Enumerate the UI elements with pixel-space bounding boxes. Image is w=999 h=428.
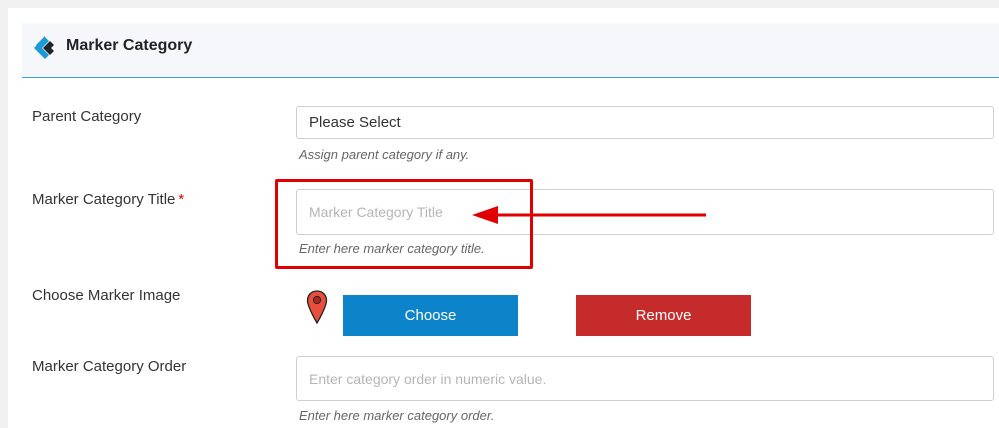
parent-category-label: Parent Category (32, 108, 142, 125)
order-placeholder: Enter category order in numeric value. (309, 370, 547, 387)
plugin-logo-icon (34, 36, 54, 59)
required-mark: * (178, 191, 185, 208)
order-label: Marker Category Order (32, 358, 187, 375)
parent-category-help: Assign parent category if any. (299, 147, 470, 162)
marker-image-label: Choose Marker Image (32, 287, 181, 304)
panel-header: Marker Category (22, 23, 999, 78)
page-title: Marker Category (66, 37, 193, 54)
parent-category-select[interactable]: Please Select (296, 106, 994, 139)
arrow-left-icon (472, 206, 706, 224)
order-input[interactable]: Enter category order in numeric value. (296, 356, 994, 401)
remove-button[interactable]: Remove (576, 295, 751, 336)
marker-category-panel: Marker Category Parent Category Please S… (8, 8, 999, 428)
choose-button[interactable]: Choose (343, 295, 518, 336)
title-label-text: Marker Category Title (32, 191, 176, 208)
parent-category-value: Please Select (309, 114, 401, 131)
title-label: Marker Category Title * (32, 191, 184, 208)
order-help: Enter here marker category order. (299, 408, 495, 423)
map-marker-icon (306, 290, 328, 324)
